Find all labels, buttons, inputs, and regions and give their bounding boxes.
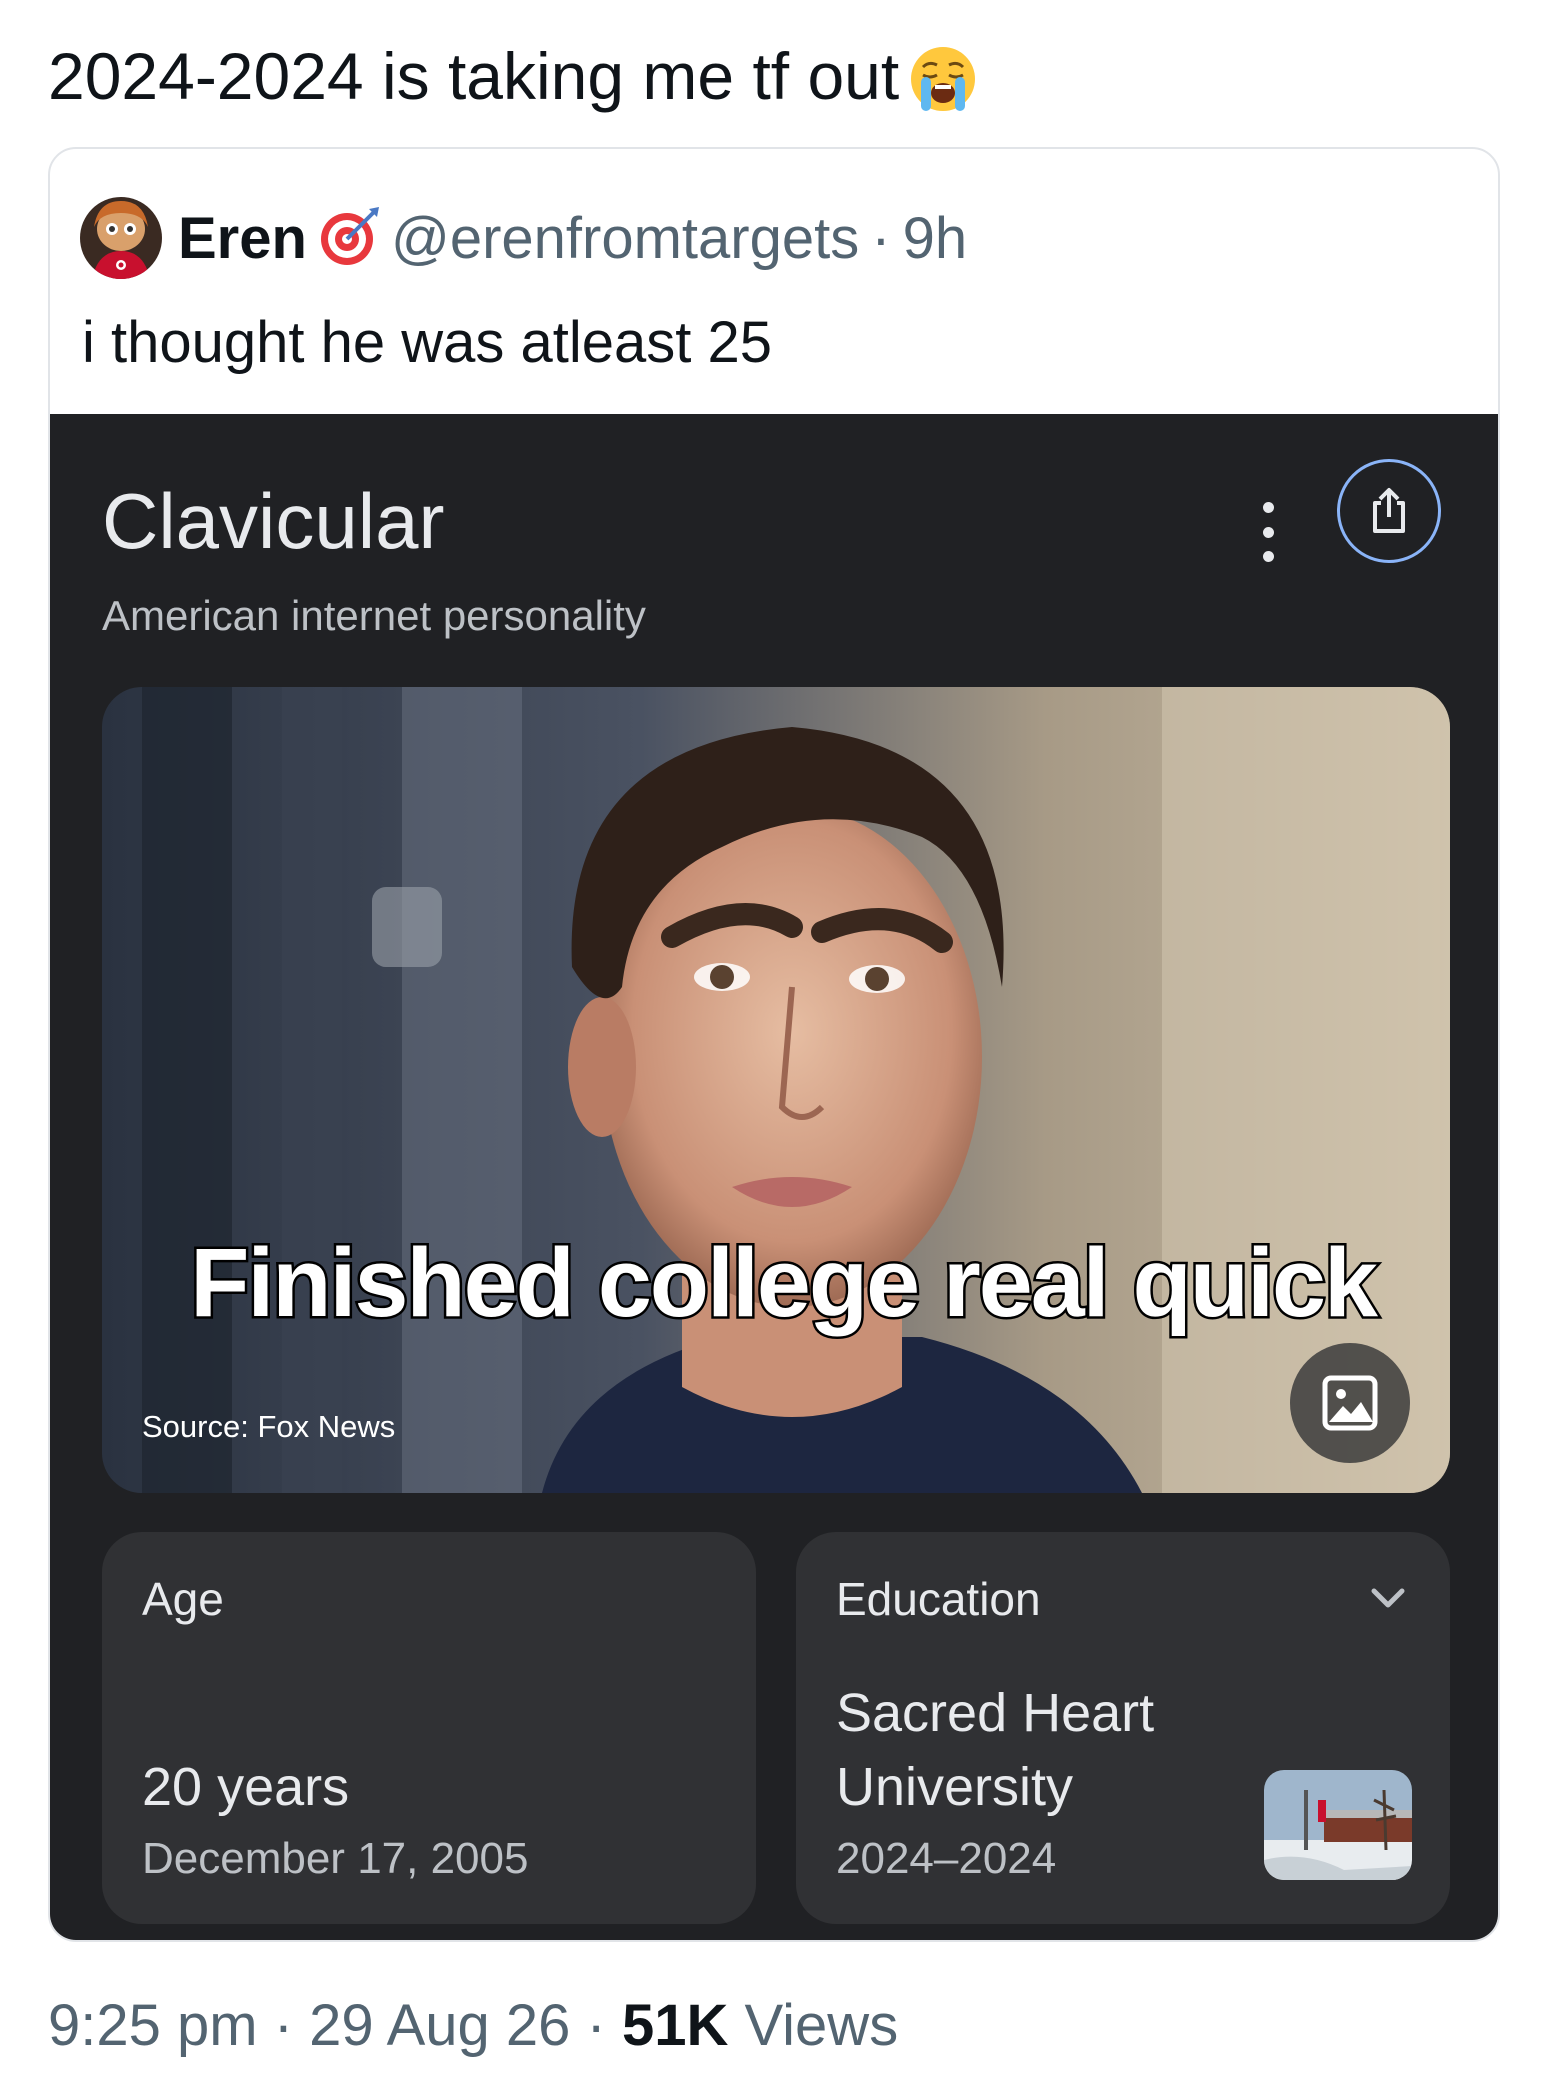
- photo-source[interactable]: Source: Fox News: [142, 1409, 395, 1445]
- avatar[interactable]: [80, 197, 162, 279]
- loudly-crying-face-icon: [909, 44, 977, 136]
- quoted-tweet-header: Eren @erenfromtargets · 9h: [80, 197, 967, 279]
- tweet-date[interactable]: 29 Aug 26: [309, 1993, 570, 2058]
- page-subtitle: American internet personality: [102, 592, 646, 639]
- school-thumbnail[interactable]: [1264, 1770, 1412, 1880]
- share-button[interactable]: [1337, 459, 1441, 563]
- chevron-down-icon[interactable]: [1366, 1576, 1410, 1620]
- header-separator: ·: [871, 205, 891, 271]
- birth-date: December 17, 2005: [142, 1834, 529, 1883]
- page-title: Clavicular: [102, 477, 445, 565]
- more-vertical-icon[interactable]: [1253, 502, 1283, 562]
- education-school-line2: University: [836, 1757, 1074, 1817]
- author-handle[interactable]: @erenfromtargets: [391, 205, 859, 272]
- age-card[interactable]: Age 20 years December 17, 2005: [102, 1532, 756, 1924]
- age-value: 20 years: [142, 1757, 350, 1817]
- portrait-image: [102, 687, 1450, 1493]
- profile-photo[interactable]: Finished college real quick Source: Fox …: [102, 687, 1450, 1493]
- education-label: Education: [836, 1573, 1041, 1625]
- quoted-tweet-text: i thought he was atleast 25: [82, 310, 773, 375]
- education-school-line1: Sacred Heart: [836, 1683, 1155, 1743]
- tweet-meta: 9:25 pm · 29 Aug 26 · 51K Views: [48, 1992, 898, 2059]
- meta-separator: ·: [586, 1993, 606, 2058]
- timestamp[interactable]: 9h: [903, 205, 968, 272]
- knowledge-panel: Clavicular American internet personality: [50, 414, 1498, 1940]
- tweet-text-content: 2024-2024 is taking me tf out: [48, 39, 900, 113]
- education-card[interactable]: Education Sacred Heart University 2024–2…: [796, 1532, 1450, 1924]
- age-label: Age: [142, 1573, 224, 1625]
- meta-separator: ·: [273, 1993, 294, 2058]
- views-label: Views: [744, 1993, 899, 2058]
- views-count[interactable]: 51K: [622, 1993, 728, 2058]
- target-dart-icon: [319, 205, 381, 272]
- image-icon: [1322, 1375, 1378, 1431]
- quoted-tweet-card[interactable]: Eren @erenfromtargets · 9h i thought he …: [48, 147, 1500, 1942]
- tweet-text: 2024-2024 is taking me tf out: [48, 30, 977, 136]
- education-years: 2024–2024: [836, 1834, 1057, 1883]
- share-icon: [1373, 488, 1405, 533]
- tweet-time[interactable]: 9:25 pm: [48, 1993, 258, 2058]
- author-name[interactable]: Eren: [178, 205, 307, 272]
- photo-caption: Finished college real quick: [188, 1226, 1381, 1340]
- view-images-button[interactable]: [1290, 1343, 1410, 1463]
